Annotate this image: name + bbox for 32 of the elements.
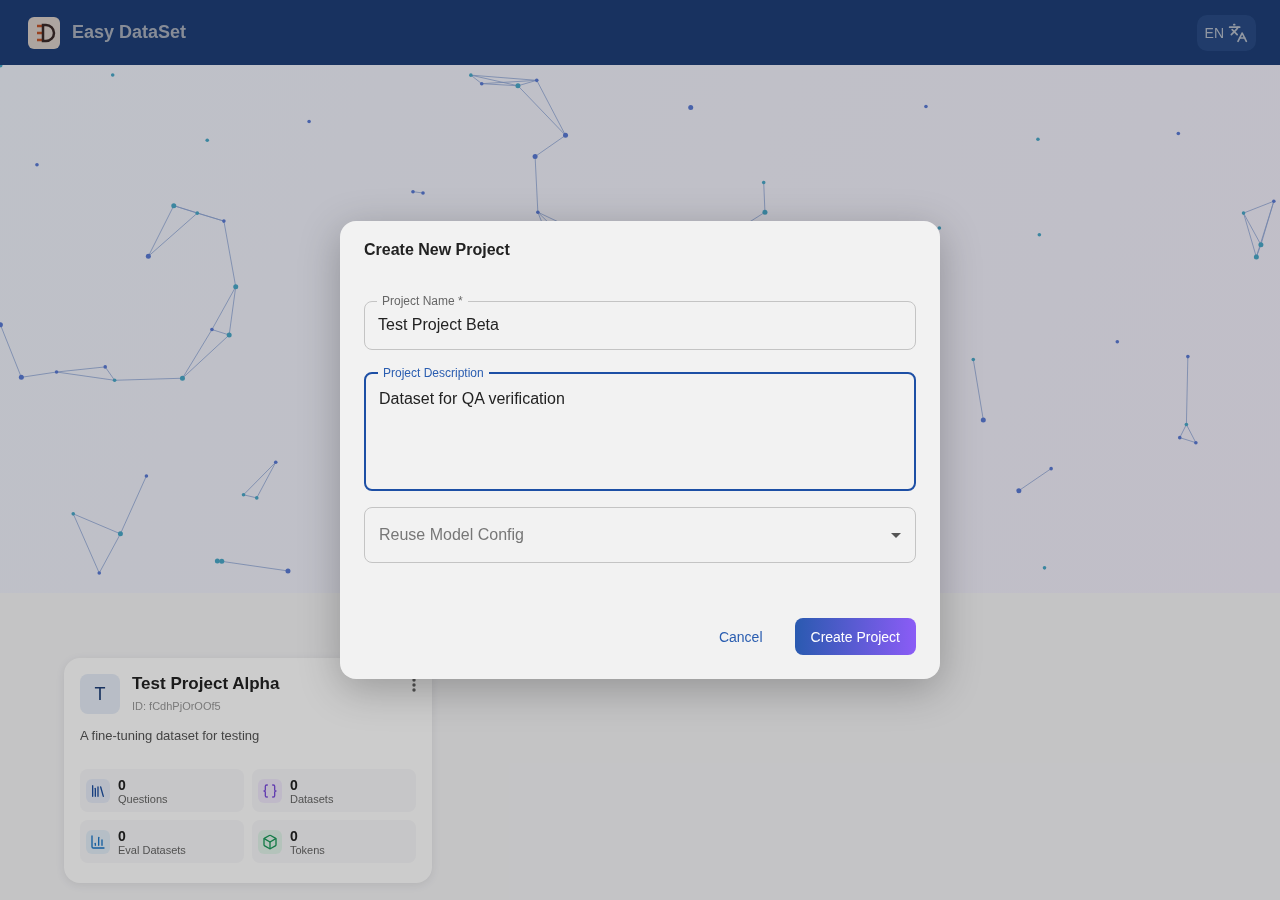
- project-description: A fine-tuning dataset for testing: [80, 728, 261, 743]
- stat-label: Datasets: [290, 792, 334, 805]
- cube-icon: [258, 829, 282, 854]
- project-description-field[interactable]: Project Description Dataset for QA verification: [364, 366, 916, 491]
- more-icon: [412, 678, 416, 692]
- translate-icon: [1228, 22, 1248, 43]
- bar-chart-icon: [86, 829, 110, 854]
- more-button[interactable]: [412, 678, 416, 692]
- braces-icon: [258, 778, 282, 803]
- stat-value: 0: [118, 776, 127, 793]
- stat-value: 0: [118, 827, 127, 844]
- stat-value: 0: [290, 827, 299, 844]
- dropdown-caret-icon: [891, 532, 901, 538]
- stat-label: Questions: [118, 792, 168, 805]
- stat-label: Tokens: [290, 843, 325, 856]
- project-id: ID: fCdhPjOrOOf5: [132, 700, 222, 712]
- name-input[interactable]: Test Project Beta: [378, 307, 902, 343]
- project-card[interactable]: T Test Project Alpha ID: fCdhPjOrOOf5 A fine-tuning dataset for testing 0 Questions 0 Datasets 0 Eval Datasets 0 Tokens: [64, 658, 432, 883]
- create-button[interactable]: Create Project: [794, 618, 916, 655]
- book-icon: [86, 778, 110, 803]
- project-name: Test Project Alpha: [132, 674, 281, 694]
- logo-icon: [28, 16, 60, 49]
- model-config-select[interactable]: Reuse Model Config: [364, 507, 916, 563]
- description-input[interactable]: Dataset for QA verification: [379, 390, 901, 480]
- cancel-button[interactable]: Cancel: [702, 618, 779, 655]
- project-avatar: T: [80, 674, 120, 714]
- app-title: Easy DataSet: [72, 22, 187, 43]
- project-name-field[interactable]: Project Name * Test Project Beta: [364, 294, 916, 350]
- stat-value: 0: [290, 776, 299, 793]
- dialog-title: Create New Project: [364, 241, 511, 259]
- stat-label: Eval Datasets: [118, 843, 186, 856]
- language-button[interactable]: EN: [1196, 14, 1256, 51]
